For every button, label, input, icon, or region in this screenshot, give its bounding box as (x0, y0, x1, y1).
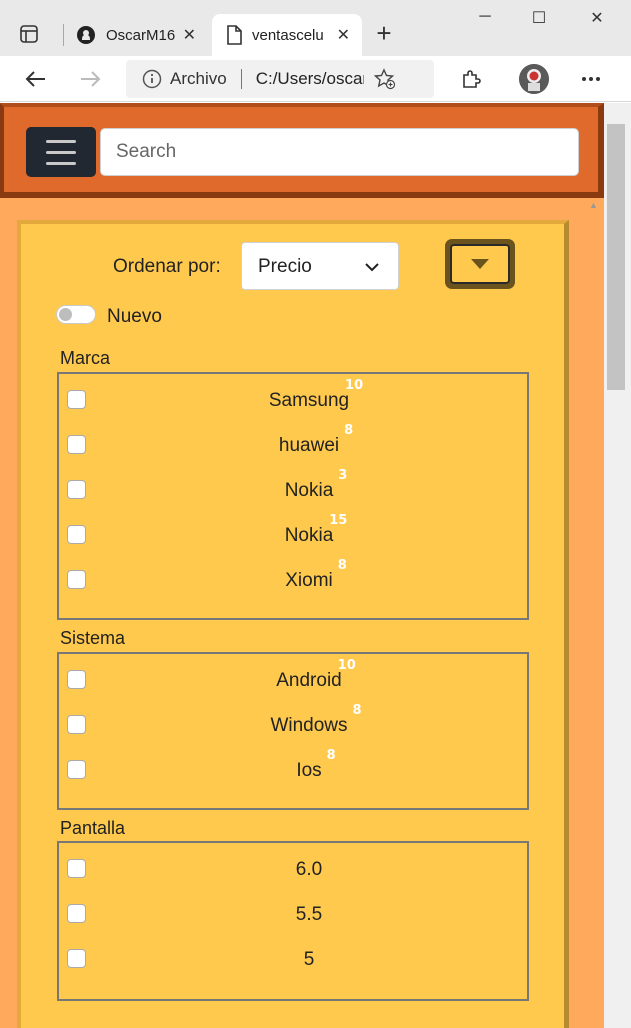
tab-actions-icon[interactable] (14, 20, 44, 48)
group-box-sistema: Android 10 Windows 8 Ios 8 (57, 652, 529, 810)
group-box-marca: Samsung 10 huawei 8 Nokia 3 Nokia 15 Xiomi 8 (57, 372, 529, 620)
item-label: Nokia (284, 525, 334, 546)
close-icon[interactable]: ✕ (337, 25, 350, 45)
count-badge: 8 (337, 558, 347, 573)
scrollbar-thumb[interactable] (607, 124, 625, 390)
list-item: Nokia 3 (59, 468, 527, 504)
browser-tab-bar: OscarM16 ✕ ventasceluar ✕ + ─ ☐ ✕ (0, 0, 631, 56)
list-item: 6.0 (59, 853, 527, 883)
count-badge: 3 (338, 468, 348, 483)
item-label: Nokia (284, 480, 334, 501)
sort-select-value: Precio (258, 256, 312, 277)
caret-down-icon (470, 258, 490, 270)
list-item: 5.5 (59, 898, 527, 928)
item-label: Windows (270, 715, 348, 736)
list-item: Ios 8 (59, 748, 527, 784)
search-input[interactable] (100, 128, 579, 176)
window-close-button[interactable]: ✕ (577, 8, 617, 36)
extensions-icon[interactable] (456, 64, 486, 94)
tab-github[interactable]: OscarM16 ✕ (70, 14, 208, 56)
item-label: 5.5 (295, 904, 323, 925)
list-item: Android 10 (59, 658, 527, 694)
back-button[interactable] (20, 64, 50, 94)
list-item: huawei 8 (59, 423, 527, 459)
new-tab-button[interactable]: + (372, 20, 396, 48)
list-item: Xiomi 8 (59, 558, 527, 594)
maximize-button[interactable]: ☐ (519, 8, 559, 36)
list-item: 5 (59, 943, 527, 973)
close-icon[interactable]: ✕ (183, 25, 196, 45)
tab-separator (63, 24, 64, 46)
more-menu-icon[interactable] (576, 64, 606, 94)
list-item: Windows 8 (59, 703, 527, 739)
count-badge: 15 (329, 513, 348, 528)
item-label: 5 (303, 949, 315, 970)
item-label: Xiomi (285, 570, 333, 591)
tab-active[interactable]: ventasceluar ✕ (212, 14, 362, 56)
add-favorite-icon[interactable] (373, 68, 396, 90)
url-text[interactable]: C:/Users/oscar/ (256, 69, 364, 89)
item-label: Samsung (268, 390, 350, 411)
new-toggle-label: Nuevo (107, 306, 162, 327)
hamburger-line (46, 161, 76, 165)
count-badge: 8 (352, 703, 362, 718)
omnibox[interactable]: Archivo C:/Users/oscar/ (126, 60, 434, 98)
group-box-pantalla: 6.0 5.5 5 (57, 841, 529, 1001)
tab-title: OscarM16 (106, 26, 176, 44)
sort-label: Ordenar por: (113, 256, 221, 277)
list-item: Nokia 15 (59, 513, 527, 549)
minimize-button[interactable]: ─ (465, 8, 505, 36)
navbar (0, 103, 604, 198)
group-title-pantalla: Pantalla (60, 818, 126, 838)
scroll-up-arrow-icon[interactable]: ▲ (589, 200, 598, 210)
count-badge: 10 (337, 658, 356, 673)
count-badge: 10 (345, 378, 364, 393)
address-bar: Archivo C:/Users/oscar/ (0, 56, 631, 102)
hamburger-line (46, 150, 76, 154)
sort-direction-button[interactable] (445, 239, 515, 289)
forward-button[interactable] (76, 64, 106, 94)
item-label: Ios (296, 760, 322, 781)
group-title-marca: Marca (60, 348, 111, 368)
sort-direction-inner (450, 244, 510, 284)
count-badge: 8 (326, 748, 336, 763)
tab-title: ventasceluar (252, 26, 324, 44)
page-viewport: Ordenar por: Precio Nuevo Marca Samsung1… (0, 103, 604, 1028)
count-badge: 8 (344, 423, 354, 438)
group-title-sistema: Sistema (60, 628, 126, 648)
security-label: Archivo (170, 69, 227, 88)
item-label: Android (276, 670, 342, 691)
profile-avatar[interactable] (519, 64, 549, 94)
page-icon (226, 25, 242, 45)
chevron-down-icon (364, 259, 380, 280)
github-icon (76, 25, 96, 45)
filter-panel: Ordenar por: Precio Nuevo Marca Samsung 1… (17, 220, 569, 1028)
omnibox-divider (240, 69, 242, 89)
item-label: huawei (278, 435, 340, 456)
menu-toggle-button[interactable] (26, 127, 96, 177)
item-label: 6.0 (295, 859, 323, 880)
new-toggle-switch[interactable] (56, 305, 96, 324)
hamburger-line (46, 139, 76, 143)
list-item: Samsung 10 (59, 378, 527, 414)
info-icon[interactable] (142, 69, 162, 89)
sort-select[interactable]: Precio (241, 242, 399, 290)
switch-knob (59, 308, 72, 321)
